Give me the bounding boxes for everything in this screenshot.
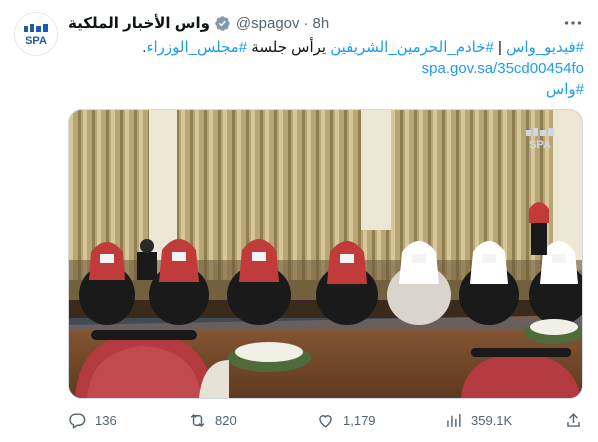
reply-icon: [69, 412, 86, 429]
share-button[interactable]: [564, 408, 591, 432]
spa-watermark-icon: SPA: [526, 128, 554, 151]
like-icon: [319, 414, 332, 428]
like-count: 1,179: [343, 412, 376, 428]
verified-badge-icon[interactable]: [214, 15, 231, 32]
retweet-button[interactable]: 820: [188, 408, 237, 432]
tweet-link[interactable]: spa.gov.sa/35cd00454fo: [422, 60, 584, 77]
tweet-text-line-2: spa.gov.sa/35cd00454fo: [68, 58, 584, 79]
views-button[interactable]: 359.1K: [444, 408, 512, 432]
tweet-text: #فيديو_واس | #خادم_الحرمين_الشريفين يرأس…: [68, 37, 584, 100]
account-handle[interactable]: @spagov: [236, 15, 300, 32]
text-presides: يرأس جلسة: [247, 39, 331, 56]
display-name[interactable]: واس الأخبار الملكية: [68, 14, 210, 32]
views-count: 359.1K: [471, 412, 513, 428]
share-icon: [567, 412, 580, 427]
reply-button[interactable]: 136: [68, 408, 117, 432]
more-options-icon[interactable]: [562, 12, 584, 34]
views-icon: [447, 413, 461, 427]
hashtag-was[interactable]: #واس: [546, 81, 584, 98]
spa-logo-icon: SPA: [24, 24, 48, 47]
like-button[interactable]: 1,179: [316, 408, 376, 432]
video-frame: SPA: [69, 110, 582, 398]
account-avatar[interactable]: SPA: [14, 12, 58, 56]
watermark-text: SPA: [529, 139, 551, 151]
retweet-count: 820: [215, 412, 237, 428]
tweet-actions: 136 820 1,179 359.1K: [68, 408, 584, 432]
tweet-header: واس الأخبار الملكية @spagov · 8h: [68, 13, 329, 33]
reply-count: 136: [95, 412, 117, 428]
separator-dot: ·: [303, 14, 309, 32]
video-media[interactable]: SPA: [68, 109, 583, 399]
tweet-text-line-1: #فيديو_واس | #خادم_الحرمين_الشريفين يرأس…: [68, 37, 584, 58]
hashtag-king[interactable]: #خادم_الحرمين_الشريفين: [330, 39, 494, 56]
tweet-text-line-3: #واس: [68, 79, 584, 100]
hashtag-council[interactable]: #مجلس_الوزراء: [146, 39, 247, 56]
tweet-card[interactable]: SPA واس الأخبار الملكية @spagov · 8h #في…: [0, 0, 598, 442]
tweet-timestamp[interactable]: 8h: [313, 15, 330, 32]
text-separator: |: [493, 39, 507, 56]
retweet-icon: [190, 413, 205, 427]
avatar-text: SPA: [25, 35, 47, 47]
hashtag-video[interactable]: #فيديو_واس: [506, 39, 584, 56]
